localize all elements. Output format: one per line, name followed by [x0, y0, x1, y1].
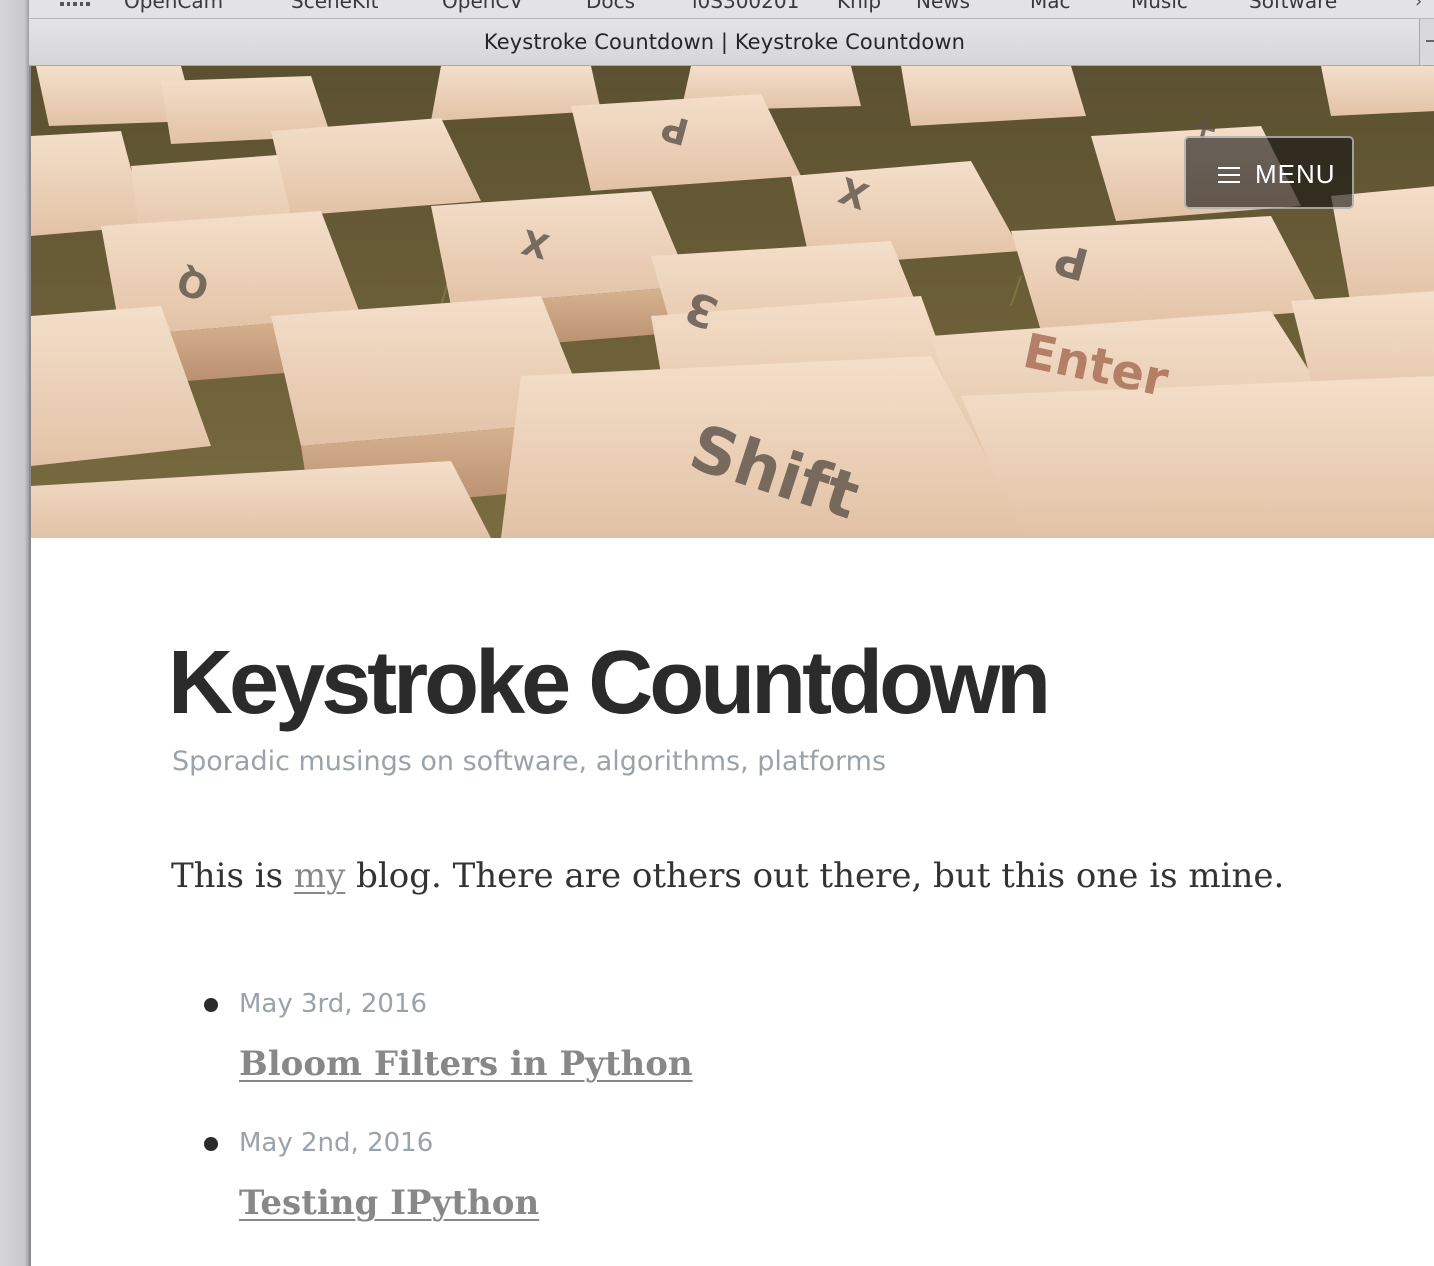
- bookmark-item[interactable]: Software: [1249, 0, 1337, 13]
- desktop-edge: [0, 0, 29, 1266]
- post-date: May 3rd, 2016: [239, 989, 427, 1019]
- post-title-link[interactable]: Testing IPython: [239, 1183, 539, 1223]
- bookmark-item[interactable]: Knip: [837, 0, 881, 13]
- new-tab-button[interactable]: [1419, 19, 1434, 65]
- bookmarks-bar: OpenCam SceneKit OpenCV Docs i0S300201 K…: [29, 0, 1434, 19]
- site-tagline: Sporadic musings on software, algorithms…: [172, 746, 887, 777]
- tab-title[interactable]: Keystroke Countdown | Keystroke Countdow…: [29, 19, 1420, 65]
- tab-bar: Keystroke Countdown | Keystroke Countdow…: [29, 19, 1434, 66]
- bookmark-item[interactable]: News: [916, 0, 970, 13]
- list-bullet: [204, 1137, 218, 1151]
- bookmark-item[interactable]: OpenCV: [442, 0, 523, 13]
- bookmark-item[interactable]: OpenCam: [124, 0, 223, 13]
- intro-text-before: This is: [171, 856, 294, 896]
- bookmark-item[interactable]: Docs: [586, 0, 635, 13]
- site-title[interactable]: Keystroke Countdown: [168, 638, 1051, 728]
- grid-icon[interactable]: [60, 2, 90, 8]
- browser-window: OpenCam SceneKit OpenCV Docs i0S300201 K…: [0, 0, 1434, 1266]
- header-image: Shift Enter 3 P P X Q X + MENU: [31, 66, 1434, 538]
- bookmark-item[interactable]: Mac: [1030, 0, 1071, 13]
- page-content: Shift Enter 3 P P X Q X + MENU Keystroke…: [29, 66, 1434, 1266]
- intro-text-after: blog. There are others out there, but th…: [345, 856, 1285, 896]
- menu-label: MENU: [1255, 159, 1336, 189]
- menu-button[interactable]: MENU: [1184, 136, 1354, 209]
- post-date: May 2nd, 2016: [239, 1128, 434, 1158]
- bookmark-item[interactable]: i0S300201: [692, 0, 799, 13]
- intro-text: This is my blog. There are others out th…: [171, 856, 1284, 896]
- intro-my-link[interactable]: my: [294, 856, 345, 896]
- hamburger-icon: [1218, 167, 1240, 183]
- list-bullet: [204, 998, 218, 1012]
- bookmark-item[interactable]: SceneKit: [291, 0, 379, 13]
- bookmark-item[interactable]: Music: [1131, 0, 1188, 13]
- chevron-right-icon[interactable]: ›: [1415, 0, 1422, 12]
- post-title-link[interactable]: Bloom Filters in Python: [239, 1044, 693, 1084]
